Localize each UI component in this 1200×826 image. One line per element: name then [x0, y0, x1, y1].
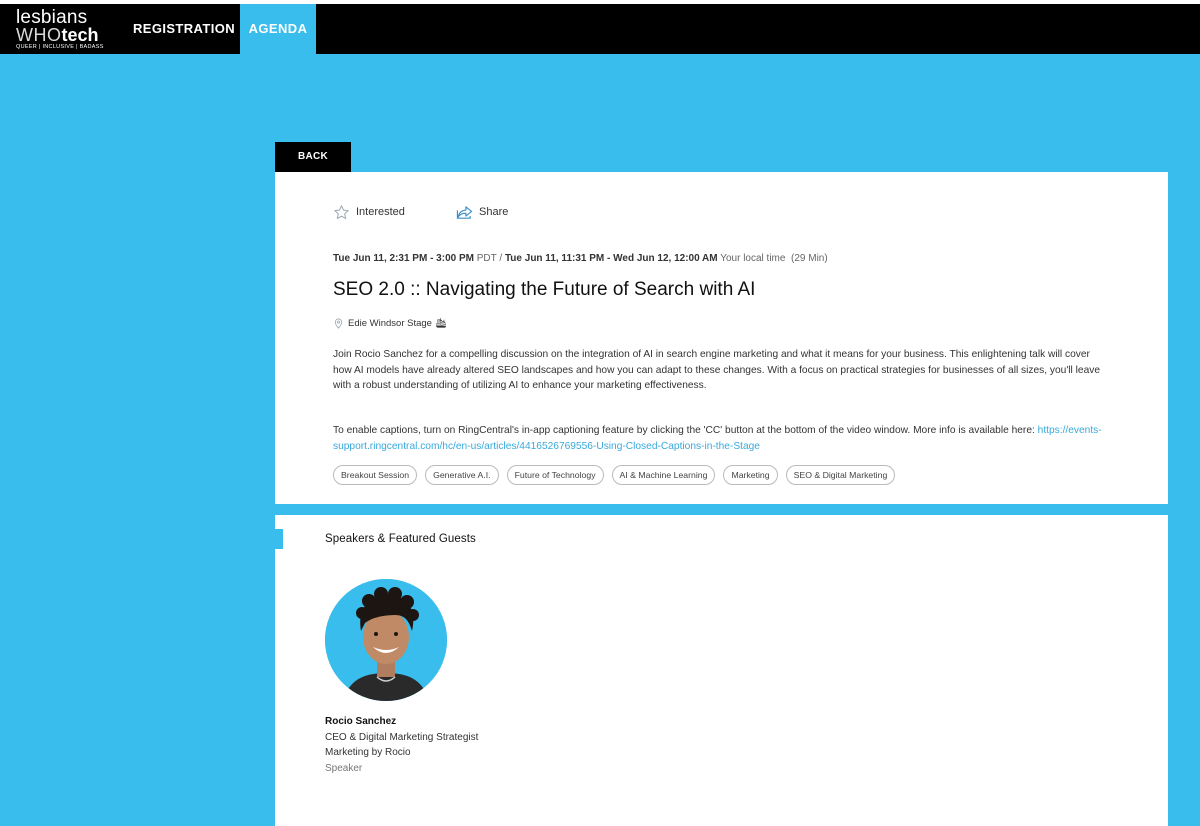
session-card: Interested Share Tue Jun 11, 2:31 PM - 3… — [275, 172, 1168, 504]
interested-button[interactable]: Interested — [333, 202, 405, 222]
speaker-avatar[interactable] — [325, 579, 447, 701]
share-button[interactable]: Share — [456, 202, 508, 222]
speakers-card: Speakers & Featured Guests Rocio Sanchez… — [275, 515, 1168, 826]
location-pin-icon — [334, 318, 343, 329]
captions-info: To enable captions, turn on RingCentral'… — [333, 423, 1113, 454]
session-datetime: Tue Jun 11, 2:31 PM - 3:00 PM PDT / Tue … — [333, 253, 828, 264]
captions-text: To enable captions, turn on RingCentral'… — [333, 425, 1038, 436]
logo-who: WHO — [16, 25, 62, 45]
session-description: Join Rocio Sanchez for a compelling disc… — [333, 349, 1101, 391]
speakers-section-title: Speakers & Featured Guests — [325, 533, 476, 545]
duration: (29 Min) — [791, 253, 828, 264]
session-tags: Breakout Session Generative A.I. Future … — [333, 465, 903, 485]
top-navbar: lesbians WHOtech QUEER | INCLUSIVE | BAD… — [0, 4, 1200, 54]
speaker-role: Speaker — [325, 763, 363, 774]
local-label: Your local time — [720, 253, 786, 264]
star-icon — [334, 204, 349, 219]
logo-tech: tech — [61, 25, 99, 45]
tag-ai-machine-learning[interactable]: AI & Machine Learning — [611, 465, 716, 485]
time-pdt: Tue Jun 11, 2:31 PM - 3:00 PM — [333, 253, 474, 264]
lesbians-who-tech-logo[interactable]: lesbians WHOtech QUEER | INCLUSIVE | BAD… — [16, 8, 126, 51]
tag-future-of-technology[interactable]: Future of Technology — [506, 465, 604, 485]
share-label: Share — [479, 206, 509, 218]
section-accent-bar — [275, 529, 283, 549]
logo-line2: WHOtech — [16, 25, 126, 45]
session-title: SEO 2.0 :: Navigating the Future of Sear… — [333, 279, 756, 300]
speaker-name[interactable]: Rocio Sanchez — [325, 716, 396, 727]
speaker-photo — [325, 579, 447, 701]
location-label: Edie Windsor Stage 🛳 — [348, 318, 447, 329]
tag-breakout-session[interactable]: Breakout Session — [333, 465, 418, 485]
time-local: Tue Jun 11, 11:31 PM - Wed Jun 12, 12:00… — [504, 253, 718, 264]
pdt-label: PDT / — [476, 253, 503, 264]
speaker-company: Marketing by Rocio — [325, 747, 411, 758]
tag-marketing[interactable]: Marketing — [723, 465, 778, 485]
nav-registration[interactable]: REGISTRATION — [130, 4, 238, 54]
speaker-title: CEO & Digital Marketing Strategist — [325, 732, 479, 743]
interested-label: Interested — [356, 206, 405, 218]
share-icon — [456, 205, 473, 219]
session-location: Edie Windsor Stage 🛳 — [333, 318, 447, 329]
back-button[interactable]: BACK — [275, 142, 351, 172]
tag-generative-ai[interactable]: Generative A.I. — [425, 465, 499, 485]
tag-seo-digital-marketing[interactable]: SEO & Digital Marketing — [785, 465, 896, 485]
nav-agenda[interactable]: AGENDA — [240, 4, 316, 54]
